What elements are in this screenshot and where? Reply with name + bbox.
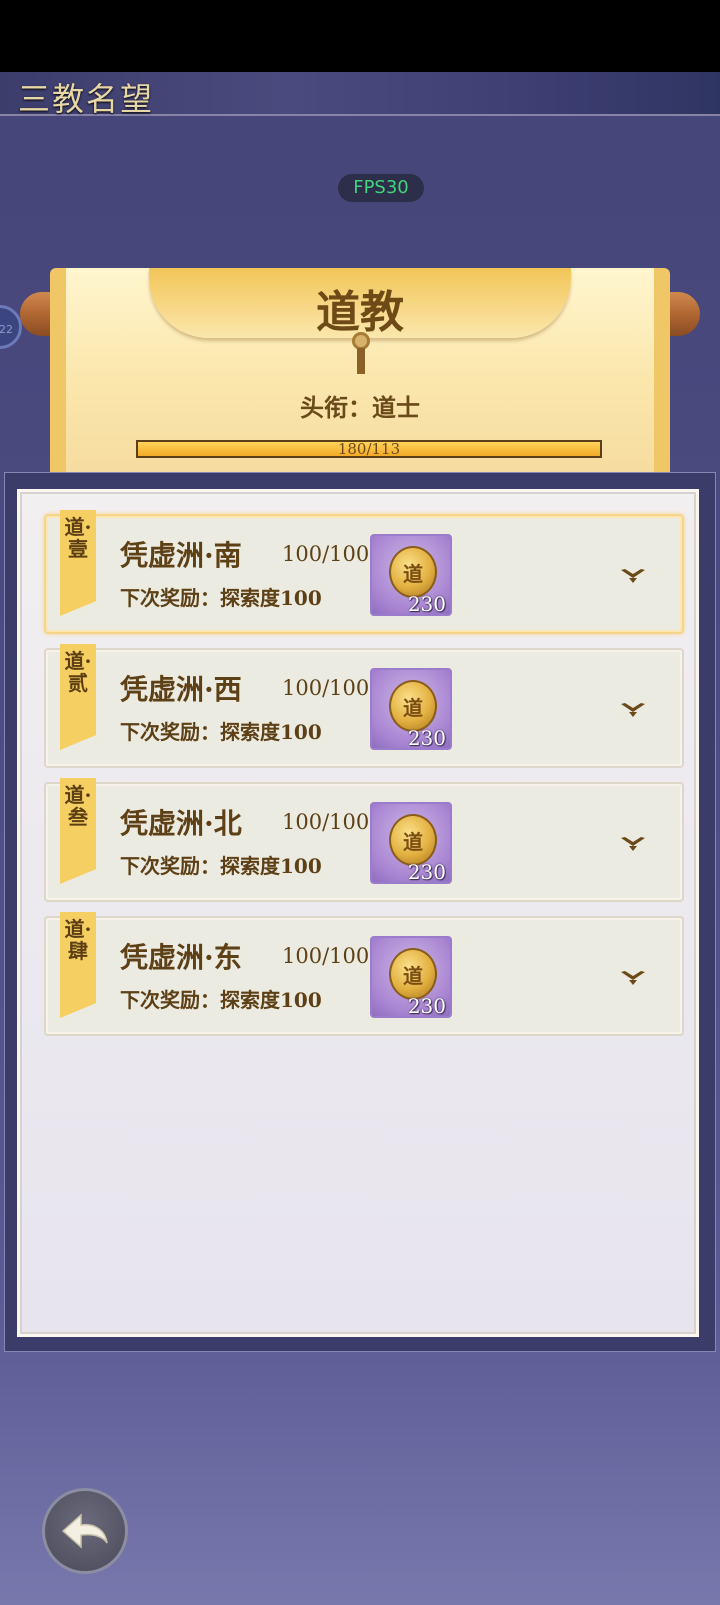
reward-item[interactable]: 道 230: [370, 936, 452, 1018]
page-title: 三教名望: [18, 80, 155, 118]
reward-item[interactable]: 道 230: [370, 802, 452, 884]
reward-count: 230: [407, 726, 446, 750]
school-scroll: 道教 头衔：道士 180/113: [50, 268, 670, 480]
region-tag-ribbon: 道·肆: [60, 912, 96, 1018]
region-tag: 道·壹: [64, 515, 92, 561]
region-name: 凭虚洲·南: [120, 539, 242, 572]
dao-coin-icon: 道: [389, 814, 437, 866]
region-progress: 100/100: [282, 676, 370, 700]
reputation-progress-text: 180/113: [337, 440, 401, 458]
reward-item[interactable]: 道 230: [370, 534, 452, 616]
next-reward-text: 下次奖励：探索度100: [120, 586, 322, 610]
region-name: 凭虚洲·东: [120, 941, 242, 974]
region-card[interactable]: 道·贰 凭虚洲·西 100/100 下次奖励：探索度100 道 230: [44, 644, 684, 768]
coin-glyph: 道: [403, 830, 423, 854]
status-bar: [0, 0, 720, 72]
title-bar: 三教名望: [0, 72, 720, 118]
dao-coin-icon: 道: [389, 680, 437, 732]
fps-counter: FPS30: [338, 174, 424, 202]
rank-line: 头衔：道士: [66, 388, 654, 423]
region-tag: 道·贰: [64, 649, 92, 695]
back-arrow-icon: [61, 1513, 108, 1549]
rank-value: 道士: [372, 393, 420, 422]
region-progress: 100/100: [282, 944, 370, 968]
coin-glyph: 道: [403, 696, 423, 720]
next-reward-text: 下次奖励：探索度100: [120, 988, 322, 1012]
reward-count: 230: [407, 860, 446, 884]
region-tag-ribbon: 道·壹: [60, 510, 96, 616]
chevron-down-icon[interactable]: [620, 968, 646, 986]
reward-item[interactable]: 道 230: [370, 668, 452, 750]
tassel-icon: [357, 348, 365, 374]
coin-glyph: 道: [403, 562, 423, 586]
region-name: 凭虚洲·北: [120, 807, 242, 840]
region-tag: 道·肆: [64, 917, 92, 963]
next-reward-text: 下次奖励：探索度100: [120, 854, 322, 878]
region-tag-ribbon: 道·叁: [60, 778, 96, 884]
chevron-down-icon[interactable]: [620, 566, 646, 584]
region-name: 凭虚洲·西: [120, 673, 242, 706]
school-name: 道教: [316, 287, 404, 338]
reward-count: 230: [407, 994, 446, 1018]
region-card[interactable]: 道·肆 凭虚洲·东 100/100 下次奖励：探索度100 道 230: [44, 912, 684, 1036]
next-reward-text: 下次奖励：探索度100: [120, 720, 322, 744]
region-progress: 100/100: [282, 542, 370, 566]
region-tag: 道·叁: [64, 783, 92, 829]
region-progress: 100/100: [282, 810, 370, 834]
reward-count: 230: [407, 592, 446, 616]
region-tag-ribbon: 道·贰: [60, 644, 96, 750]
region-card[interactable]: 道·壹 凭虚洲·南 100/100 下次奖励：探索度100 道 230: [44, 510, 684, 634]
rank-label: 头衔：: [300, 393, 372, 422]
reputation-progress-bar: 180/113: [136, 440, 602, 458]
region-list: 道·壹 凭虚洲·南 100/100 下次奖励：探索度100 道 230 道·贰 …: [44, 510, 684, 1050]
dao-coin-icon: 道: [389, 546, 437, 598]
region-card[interactable]: 道·叁 凭虚洲·北 100/100 下次奖励：探索度100 道 230: [44, 778, 684, 902]
coin-glyph: 道: [403, 964, 423, 988]
chevron-down-icon[interactable]: [620, 834, 646, 852]
dao-coin-icon: 道: [389, 948, 437, 1000]
back-button[interactable]: [42, 1488, 128, 1574]
chevron-down-icon[interactable]: [620, 700, 646, 718]
